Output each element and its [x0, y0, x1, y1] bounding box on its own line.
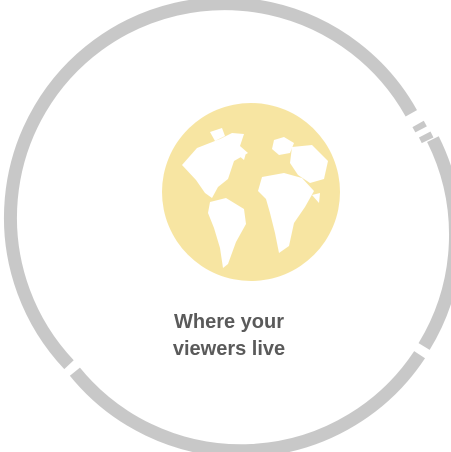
ring-segment-bottom [69, 351, 426, 452]
ring-dash-1 [412, 120, 427, 133]
widget-label-line1: Where your [173, 311, 285, 333]
widget-label-line2: viewers live [172, 338, 286, 360]
ring-segment-right [418, 136, 451, 350]
widget-label: Where your viewers live [130, 309, 328, 363]
globe-icon [162, 103, 340, 281]
viewer-location-widget[interactable]: Where your viewers live [0, 0, 451, 452]
ring-dash-2 [418, 131, 434, 144]
